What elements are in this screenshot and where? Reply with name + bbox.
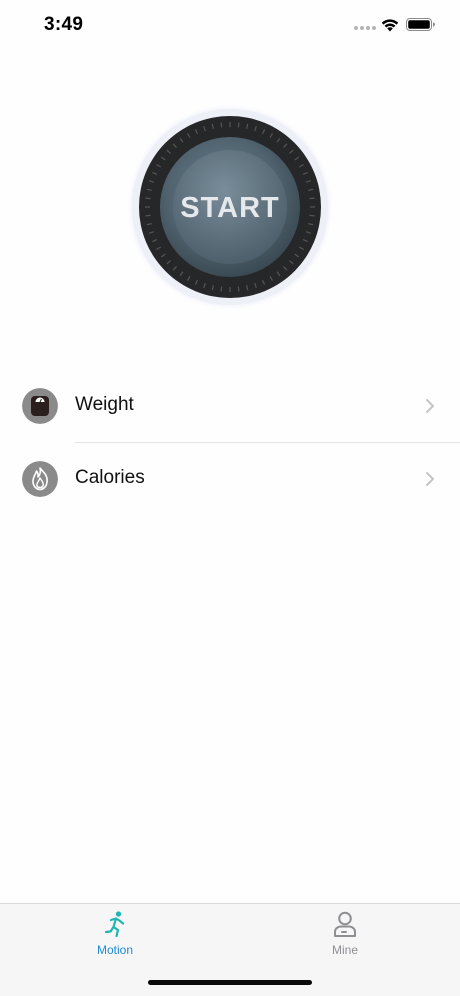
home-indicator[interactable] [148,980,312,985]
status-bar: 3:49 [0,0,460,50]
menu-row-label: Weight [75,394,134,415]
tab-mine[interactable]: Mine [230,904,460,966]
menu-row-calories[interactable]: Calories [0,443,460,516]
running-person-icon [104,911,125,938]
battery-icon [406,18,435,31]
menu-row-weight[interactable]: Weight [0,370,460,443]
status-time: 3:49 [44,14,84,35]
dial-tick [220,286,223,292]
chevron-right-icon [426,472,434,486]
tab-motion[interactable]: Motion [0,904,230,966]
start-label: START [180,192,280,224]
tab-label-motion: Motion [96,943,134,957]
dial-tick [309,197,315,200]
tab-label-mine: Mine [331,943,358,957]
start-button[interactable]: START [125,102,335,312]
menu-row-label: Calories [75,467,145,488]
dial-tick [309,214,315,217]
scale-icon [22,388,58,424]
wifi-icon [381,19,399,32]
chevron-right-icon [426,399,434,413]
flame-icon [22,461,58,497]
signal-dots-icon [354,26,376,30]
dial-tick [145,197,151,200]
dial-tick [220,122,223,128]
motion-screen: 3:49 START Weight Calories Motion Mine [0,0,460,996]
menu-list: Weight Calories [0,370,460,516]
dial-tick [145,214,151,217]
dial-tick [237,286,240,292]
person-icon [334,911,356,937]
dial-tick [237,122,240,128]
